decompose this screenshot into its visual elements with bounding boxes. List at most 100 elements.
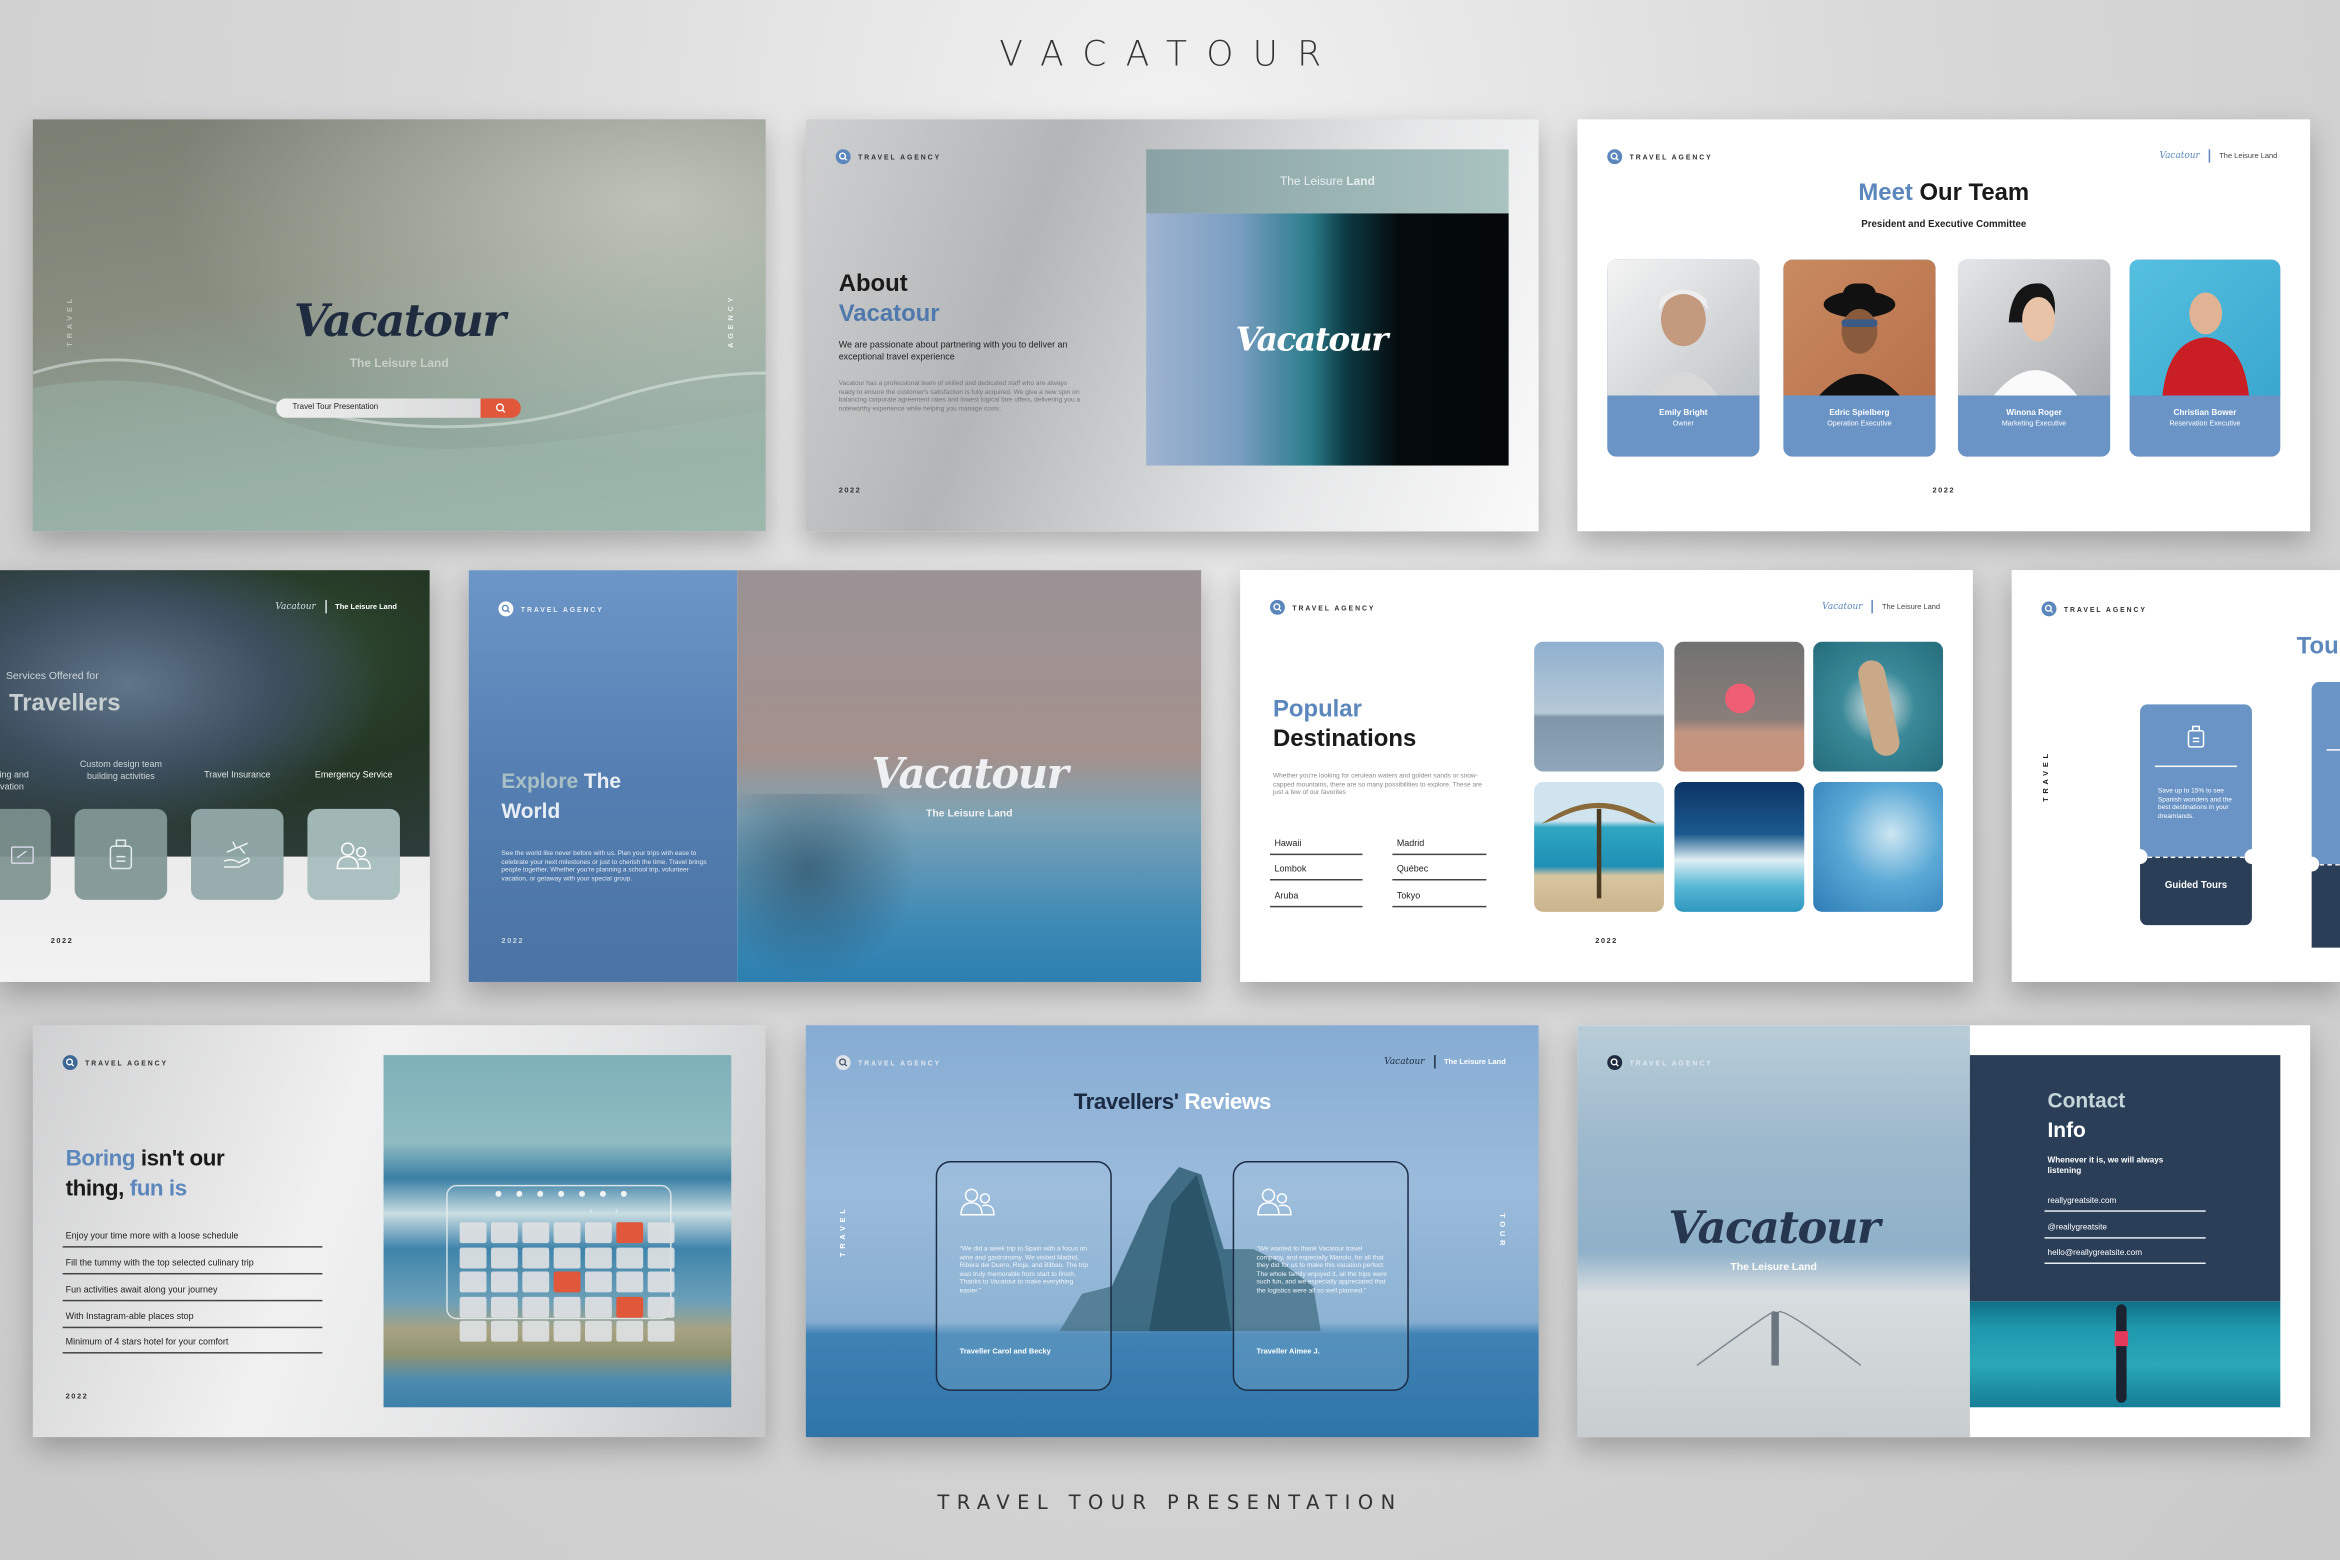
team-card[interactable]: Emily Bright Owner: [1607, 259, 1760, 457]
slide-contact[interactable]: TRAVEL AGENCY Vacatour The Leisure Land …: [1577, 1025, 2311, 1438]
destination-photo[interactable]: [1674, 781, 1805, 912]
calendar-prev-icon[interactable]: ‹: [589, 1206, 592, 1216]
person-silhouette: [1649, 289, 1718, 396]
title-accent: fun is: [129, 1175, 187, 1202]
about-lead: We are passionate about partnering with …: [838, 341, 1068, 362]
contact-email-link[interactable]: hello@reallygreatsite.com: [2044, 1249, 2206, 1265]
search-input[interactable]: Travel Tour Presentation: [276, 398, 481, 418]
calendar-day[interactable]: [616, 1271, 644, 1293]
feature-item: With Instagram-able places stop: [62, 1313, 323, 1329]
destination-photo[interactable]: [1534, 641, 1664, 772]
calendar-day[interactable]: [553, 1222, 581, 1244]
calendar-day[interactable]: [522, 1271, 550, 1293]
calendar-day[interactable]: [647, 1296, 675, 1317]
slide-team[interactable]: TRAVEL AGENCY Vacatour The Leisure Land M…: [1577, 119, 2311, 532]
slide-services[interactable]: Vacatour The Leisure Land Services Offere…: [0, 570, 430, 982]
contact-social-link[interactable]: @reallygreatsite: [2044, 1224, 2206, 1239]
calendar-next-icon[interactable]: ›: [615, 1206, 618, 1216]
search-bar[interactable]: Travel Tour Presentation: [276, 398, 521, 418]
slide-reviews[interactable]: TRAVEL AGENCY Vacatour The Leisure Land T…: [805, 1025, 1539, 1438]
calendar-day[interactable]: [490, 1246, 518, 1268]
calendar-day[interactable]: [585, 1296, 612, 1317]
calendar-day[interactable]: [553, 1320, 581, 1342]
service-tile[interactable]: [74, 808, 168, 900]
calendar-day[interactable]: [490, 1320, 518, 1342]
feature-item: Fun activities await along your journey: [62, 1286, 323, 1302]
destination-item[interactable]: Madrid: [1392, 840, 1487, 856]
calendar-day[interactable]: [585, 1222, 612, 1244]
calendar-day[interactable]: [585, 1246, 612, 1268]
service-tile[interactable]: [307, 808, 400, 900]
calendar-ring: [599, 1190, 606, 1197]
calendar-day[interactable]: [459, 1296, 487, 1317]
calendar-day[interactable]: [490, 1271, 518, 1293]
slide-destinations[interactable]: TRAVEL AGENCY Vacatour The Leisure Land P…: [1240, 570, 1973, 982]
calendar-day[interactable]: [459, 1246, 487, 1268]
service-label: Custom design team building activities: [79, 761, 162, 782]
destination-photo[interactable]: [1813, 781, 1944, 912]
destination-item[interactable]: Québec: [1392, 866, 1487, 881]
contact-website-link[interactable]: reallygreatsite.com: [2044, 1197, 2206, 1212]
calendar-day[interactable]: [647, 1320, 675, 1342]
calendar-day[interactable]: [522, 1246, 550, 1268]
tagline: The Leisure Land: [349, 356, 449, 371]
search-icon: [1273, 603, 1282, 612]
calendar-day[interactable]: [616, 1246, 644, 1268]
calendar-day[interactable]: [647, 1271, 675, 1293]
calendar-day[interactable]: [459, 1222, 487, 1244]
tagline: The Leisure Land: [1443, 1057, 1506, 1067]
calendar-day-highlighted[interactable]: [553, 1271, 581, 1293]
title-accent: Boring: [65, 1146, 136, 1172]
calendar-day[interactable]: [522, 1320, 550, 1342]
destination-photo[interactable]: [1674, 641, 1805, 772]
member-name: Edric Spielberg: [1829, 408, 1890, 418]
contact-lead: Whenever it is, we will always listening: [2047, 1156, 2164, 1176]
brand-logo: Vacatour: [871, 749, 1068, 799]
team-card[interactable]: Christian Bower Reservation Executive: [2129, 259, 2281, 457]
destination-photo[interactable]: [1813, 641, 1944, 772]
calendar-day[interactable]: [553, 1246, 581, 1268]
contact-title-line2: Info: [2047, 1117, 2086, 1142]
service-tile[interactable]: [0, 808, 51, 900]
luggage-icon: [109, 838, 133, 869]
destination-item[interactable]: Lombok: [1269, 866, 1363, 881]
person-silhouette: [2162, 292, 2249, 396]
slide-tours[interactable]: TRAVEL AGENCY TRAVEL Tou Save up to 15% …: [2011, 570, 2340, 982]
calendar-day[interactable]: [522, 1296, 550, 1317]
calendar-day[interactable]: [490, 1222, 518, 1244]
feature-item: Minimum of 4 stars hotel for your comfor…: [62, 1339, 323, 1354]
calendar-day[interactable]: [616, 1320, 644, 1342]
destination-item[interactable]: Aruba: [1269, 892, 1363, 908]
destination-item[interactable]: Tokyo: [1392, 892, 1487, 908]
service-tile[interactable]: [191, 808, 284, 900]
calendar-day[interactable]: [585, 1320, 612, 1342]
team-card[interactable]: Winona Roger Marketing Executive: [1957, 259, 2111, 457]
calendar-day[interactable]: [647, 1246, 675, 1268]
member-role: Reservation Executive: [2169, 420, 2241, 429]
calendar-day[interactable]: [490, 1296, 518, 1317]
slide-cover[interactable]: TRAVEL AGENCY Vacatour The Leisure Land …: [32, 119, 766, 532]
slide-explore[interactable]: TRAVEL AGENCY Explore The World See the …: [468, 570, 1202, 982]
destinations-body: Whether you're looking for cerulean wate…: [1272, 771, 1482, 796]
calendar-day-highlighted[interactable]: [616, 1296, 644, 1317]
calendar-day[interactable]: [585, 1271, 612, 1293]
search-button[interactable]: [480, 398, 521, 418]
slide-about[interactable]: TRAVEL AGENCY About Vacatour We are pass…: [805, 119, 1539, 532]
calendar-day[interactable]: [647, 1222, 675, 1244]
calendar-day[interactable]: [459, 1271, 487, 1293]
calendar-day[interactable]: [553, 1296, 581, 1317]
calendar-day-highlighted[interactable]: [616, 1222, 644, 1244]
destination-photo[interactable]: [1534, 781, 1664, 912]
agency-logo: TRAVEL AGENCY: [835, 149, 941, 165]
destination-item[interactable]: Hawaii: [1269, 840, 1363, 856]
underwater-photo: [1969, 1301, 2281, 1408]
collection-subtitle: TRAVEL TOUR PRESENTATION: [937, 1492, 1403, 1515]
year: 2022: [838, 486, 862, 496]
tour-ticket[interactable]: [2304, 682, 2340, 948]
tour-ticket[interactable]: Save up to 15% to see Spanish wonders an…: [2132, 704, 2260, 926]
slide-schedule[interactable]: TRAVEL AGENCY Boring isn't our thing, fu…: [32, 1025, 766, 1438]
team-card[interactable]: Edric Spielberg Operation Executive: [1783, 259, 1936, 457]
calendar-day[interactable]: [522, 1222, 550, 1244]
about-photo: The Leisure Land Vacatour: [1146, 149, 1509, 466]
calendar-day[interactable]: [459, 1320, 487, 1342]
